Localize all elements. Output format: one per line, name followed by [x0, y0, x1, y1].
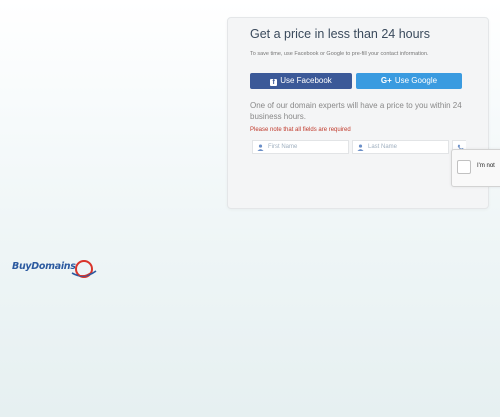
- recaptcha-widget: I'm not: [451, 149, 500, 187]
- user-icon: [357, 144, 364, 151]
- card-subtitle: To save time, use Facebook or Google to …: [250, 51, 429, 57]
- price-request-card: Get a price in less than 24 hours To sav…: [227, 17, 489, 209]
- required-note: Please note that all fields are required: [250, 127, 351, 133]
- card-description: One of our domain experts will have a pr…: [250, 101, 462, 121]
- recaptcha-label: I'm not: [477, 163, 495, 169]
- last-name-field[interactable]: Last Name: [352, 140, 449, 154]
- first-name-placeholder: First Name: [268, 144, 298, 150]
- buydomains-logo[interactable]: BuyDomains: [12, 258, 97, 280]
- recaptcha-checkbox[interactable]: [457, 160, 471, 174]
- google-button[interactable]: G+ Use Google: [356, 73, 462, 89]
- logo-swoosh-icon: [71, 260, 97, 278]
- facebook-icon: f: [270, 79, 278, 86]
- first-name-field[interactable]: First Name: [252, 140, 349, 154]
- last-name-placeholder: Last Name: [368, 144, 398, 150]
- facebook-button[interactable]: f Use Facebook: [250, 73, 352, 89]
- google-button-label: Use Google: [394, 76, 438, 85]
- google-plus-icon: G+: [380, 76, 392, 85]
- card-title: Get a price in less than 24 hours: [250, 27, 430, 41]
- user-icon: [257, 144, 264, 151]
- facebook-button-label: Use Facebook: [280, 76, 332, 85]
- logo-text: BuyDomains: [12, 261, 76, 272]
